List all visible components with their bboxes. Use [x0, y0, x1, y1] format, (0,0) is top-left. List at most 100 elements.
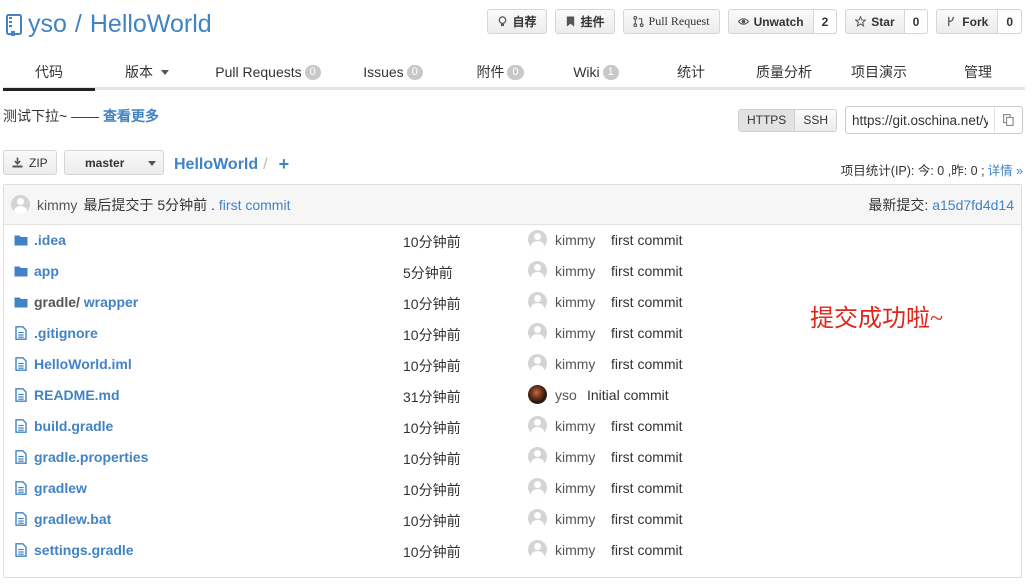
file-name: .gitignore — [34, 325, 98, 341]
tab-pull-requests[interactable]: Pull Requests 0 — [199, 56, 337, 88]
commit-user[interactable]: yso — [555, 387, 577, 403]
download-zip-button[interactable]: ZIP — [3, 150, 57, 175]
commit-user[interactable]: kimmy — [555, 511, 595, 527]
table-row: gradlew.bat 10分钟前 kimmy first commit — [4, 504, 1021, 535]
commit-message-link[interactable]: first commit — [219, 197, 291, 213]
folder-icon — [14, 233, 28, 247]
copy-icon — [1003, 114, 1014, 126]
file-rows: .idea 10分钟前 kimmy first commit app 5分钟前 kimmy f… — [4, 225, 1021, 566]
pull-request-icon — [632, 16, 644, 27]
file-age: 10分钟前 — [403, 358, 461, 374]
commit-user[interactable]: kimmy — [555, 542, 595, 558]
file-age: 10分钟前 — [403, 482, 461, 498]
table-row: .idea 10分钟前 kimmy first commit — [4, 225, 1021, 256]
file-icon — [14, 419, 28, 433]
breadcrumb-separator: / — [263, 155, 268, 173]
avatar — [528, 323, 547, 342]
file-icon — [14, 326, 28, 340]
collect-button[interactable]: 自荐 — [486, 9, 547, 34]
file-name-link[interactable]: settings.gradle — [34, 542, 134, 558]
repo-name-link[interactable]: HelloWorld — [90, 10, 212, 39]
commit-user[interactable]: kimmy — [555, 325, 595, 341]
eye-icon — [737, 18, 749, 25]
commit-user[interactable]: kimmy — [555, 480, 595, 496]
copy-button[interactable] — [994, 107, 1022, 133]
file-icon — [14, 357, 28, 371]
file-name: gradle.properties — [34, 449, 149, 465]
https-button[interactable]: HTTPS — [738, 109, 795, 131]
tab-versions[interactable]: 版本 — [95, 56, 199, 88]
clone-url-box — [845, 106, 1023, 134]
star-button[interactable]: Star 0 — [845, 9, 929, 34]
file-list: kimmy 最后提交于 5分钟前 . first commit 最新提交: a15… — [3, 184, 1022, 578]
file-age: 10分钟前 — [403, 234, 461, 250]
annotation-text: 提交成功啦~ — [810, 306, 943, 332]
file-age: 10分钟前 — [403, 451, 461, 467]
tab-stats[interactable]: 统计 — [641, 56, 741, 88]
table-row: app 5分钟前 kimmy first commit — [4, 256, 1021, 287]
commit-user[interactable]: kimmy — [555, 418, 595, 434]
file-name-link[interactable]: .idea — [34, 232, 66, 248]
file-name-link[interactable]: .gitignore — [34, 325, 98, 341]
file-name: wrapper — [83, 294, 139, 310]
file-name: build.gradle — [34, 418, 114, 434]
pin-button[interactable]: 挂件 — [554, 9, 615, 34]
commit-message: first commit — [611, 232, 683, 248]
table-row: gradlew 10分钟前 kimmy first commit — [4, 473, 1021, 504]
unwatch-button[interactable]: Unwatch 2 — [727, 9, 838, 34]
project-stats: 项目统计(IP): 今: 0 ,昨: 0 ; 详情 » — [840, 164, 1023, 178]
commit-user[interactable]: kimmy — [555, 356, 595, 372]
commit-message: first commit — [611, 356, 683, 372]
pull-request-button[interactable]: Pull Request — [622, 9, 720, 34]
bulb-icon — [498, 16, 506, 27]
tab-code[interactable]: 代码 — [3, 56, 95, 91]
table-row: HelloWorld.iml 10分钟前 kimmy first commit — [4, 349, 1021, 380]
ssh-button[interactable]: SSH — [794, 109, 836, 131]
file-name-link[interactable]: gradlew — [34, 480, 87, 496]
chevron-down-icon — [161, 69, 169, 75]
star-count[interactable]: 0 — [903, 10, 928, 33]
file-name: app — [34, 263, 59, 279]
stats-details-link[interactable]: 详情 » — [988, 164, 1023, 178]
commit-user[interactable]: kimmy — [555, 449, 595, 465]
commit-author[interactable]: kimmy — [37, 197, 77, 213]
file-name-link[interactable]: gradle/ wrapper — [34, 294, 138, 310]
tab-attachments[interactable]: 附件 0 — [449, 56, 551, 88]
clone-panel: HTTPS SSH — [737, 106, 1023, 134]
download-icon — [12, 157, 23, 168]
commit-sha-link[interactable]: a15d7fd4d14 — [932, 197, 1014, 213]
table-row: settings.gradle 10分钟前 kimmy first commit — [4, 535, 1021, 566]
tab-demo[interactable]: 项目演示 — [827, 56, 931, 88]
clone-url-input[interactable] — [846, 107, 994, 133]
commit-message: first commit — [611, 325, 683, 341]
commit-user[interactable]: kimmy — [555, 263, 595, 279]
file-name-link[interactable]: HelloWorld.iml — [34, 356, 132, 372]
branch-select[interactable]: master — [64, 150, 164, 175]
commit-message: Initial commit — [587, 387, 669, 403]
file-name-link[interactable]: gradlew.bat — [34, 511, 111, 527]
add-file-icon[interactable]: + — [279, 154, 290, 175]
tab-issues[interactable]: Issues 0 — [337, 56, 449, 88]
avatar — [528, 540, 547, 559]
fork-button[interactable]: Fork 0 — [936, 9, 1022, 34]
file-name-link[interactable]: app — [34, 263, 59, 279]
star-icon — [855, 16, 867, 27]
repo-owner-link[interactable]: yso — [28, 10, 67, 39]
tab-admin[interactable]: 管理 — [931, 56, 1025, 88]
tab-wiki[interactable]: Wiki 1 — [551, 56, 641, 88]
file-age: 10分钟前 — [403, 296, 461, 312]
fork-count[interactable]: 0 — [997, 10, 1021, 33]
file-name-link[interactable]: build.gradle — [34, 418, 113, 434]
watch-count[interactable]: 2 — [812, 10, 837, 33]
commit-user[interactable]: kimmy — [555, 294, 595, 310]
view-more-link[interactable]: 查看更多 — [103, 108, 159, 124]
tab-quality[interactable]: 质量分析 — [741, 56, 827, 88]
repo-separator: / — [74, 10, 82, 38]
repo-description: 测试下拉~ —— 查看更多 — [3, 108, 159, 124]
protocol-toggle: HTTPS SSH — [737, 108, 837, 132]
file-name-link[interactable]: gradle.properties — [34, 449, 148, 465]
file-icon — [14, 388, 28, 402]
commit-user[interactable]: kimmy — [555, 232, 595, 248]
breadcrumb-root-link[interactable]: HelloWorld — [174, 156, 258, 174]
file-name-link[interactable]: README.md — [34, 387, 120, 403]
